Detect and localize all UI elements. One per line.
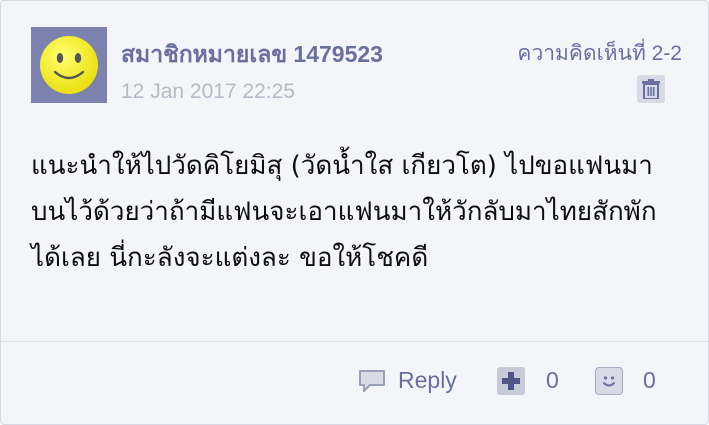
trash-icon <box>642 79 660 99</box>
emotion-button[interactable] <box>595 367 623 395</box>
reply-button[interactable]: Reply <box>398 367 457 394</box>
divider <box>1 341 708 342</box>
plus-count: 0 <box>546 367 559 393</box>
emotion-count: 0 <box>643 367 656 393</box>
delete-button[interactable] <box>637 75 665 103</box>
timestamp: 12 Jan 2017 22:25 <box>121 80 295 103</box>
plus-icon <box>502 372 520 390</box>
comment-card: สมาชิกหมายเลข 1479523 12 Jan 2017 22:25 … <box>0 0 709 425</box>
smiley-face-icon <box>40 36 98 94</box>
username[interactable]: สมาชิกหมายเลข 1479523 <box>121 37 383 73</box>
comment-number[interactable]: ความคิดเห็นที่ 2-2 <box>517 37 682 70</box>
smile-icon <box>603 376 615 387</box>
comment-body: แนะนำให้ไปวัดคิโยมิสุ (วัดน้ำใส เกียวโต)… <box>31 151 657 273</box>
avatar[interactable] <box>31 27 107 103</box>
speech-bubble-icon[interactable] <box>358 369 386 393</box>
plus-button[interactable] <box>497 367 525 395</box>
